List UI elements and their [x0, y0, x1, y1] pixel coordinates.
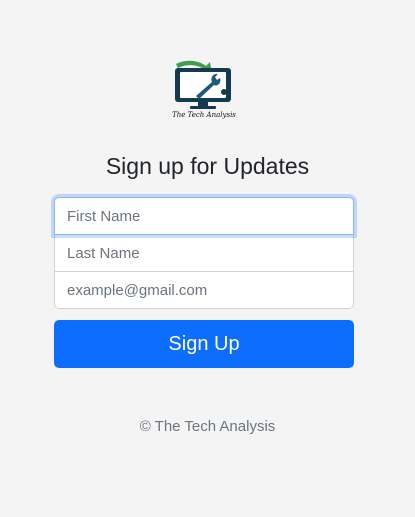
copyright-footer: © The Tech Analysis: [139, 418, 276, 435]
email-input[interactable]: [54, 271, 354, 309]
last-name-input[interactable]: [54, 234, 354, 272]
tech-analysis-logo: The Tech Analysis: [168, 58, 240, 126]
page-title: Sign up for Updates: [105, 153, 310, 179]
signup-page: The Tech Analysis Sign up for Updates Si…: [0, 0, 415, 517]
sign-up-button[interactable]: Sign Up: [54, 320, 354, 368]
signup-form: Sign Up: [54, 197, 354, 368]
logo-text: The Tech Analysis: [172, 111, 236, 119]
monitor-wrench-icon: [175, 60, 231, 109]
first-name-input[interactable]: [54, 197, 354, 235]
